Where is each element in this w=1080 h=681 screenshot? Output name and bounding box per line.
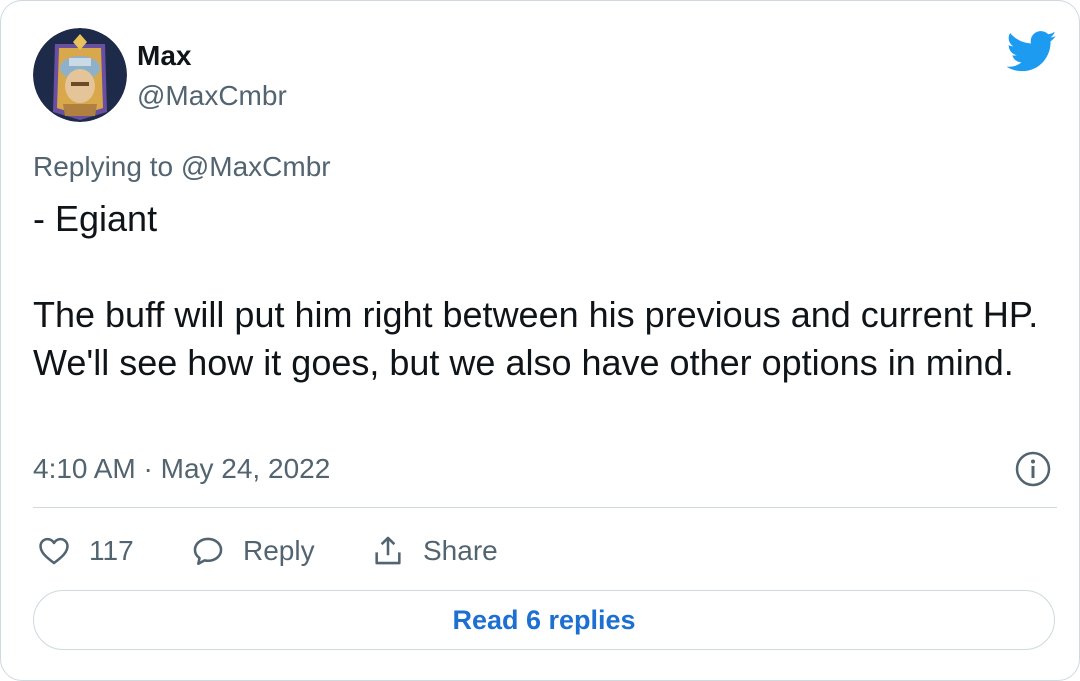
like-button[interactable]: 117 <box>37 532 134 570</box>
replying-to[interactable]: Replying to @MaxCmbr <box>33 149 331 185</box>
speech-bubble-icon <box>193 537 223 566</box>
user-handle[interactable]: @MaxCmbr <box>137 79 287 113</box>
read-replies-button[interactable]: Read 6 replies <box>33 590 1055 650</box>
heart-icon <box>39 537 69 565</box>
info-icon[interactable] <box>1015 451 1051 487</box>
share-button[interactable]: Share <box>371 532 498 570</box>
like-count: 117 <box>89 535 134 566</box>
twitter-bird-icon[interactable] <box>1007 31 1057 73</box>
reply-label: Reply <box>243 535 315 566</box>
tweet-card: Max @MaxCmbr Replying to @MaxCmbr - Egia… <box>0 0 1080 681</box>
tweet-timestamp[interactable]: 4:10 AM · May 24, 2022 <box>33 452 330 486</box>
avatar-image <box>33 28 127 122</box>
share-upload-icon <box>375 536 401 565</box>
reply-button[interactable]: Reply <box>191 532 315 570</box>
read-replies-label: Read 6 replies <box>452 604 636 635</box>
divider <box>33 507 1057 508</box>
share-label: Share <box>423 535 498 566</box>
tweet-text: - Egiant The buff will put him right bet… <box>33 198 1039 383</box>
display-name[interactable]: Max <box>137 39 191 73</box>
avatar[interactable] <box>33 28 127 122</box>
